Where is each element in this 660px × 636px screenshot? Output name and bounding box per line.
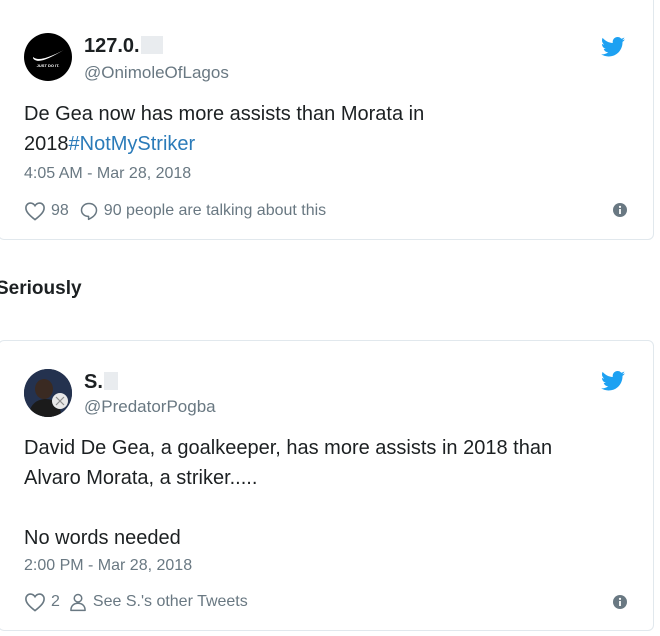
info-icon[interactable] [613, 595, 627, 609]
author-handle[interactable]: @OnimoleOfLagos [84, 63, 229, 83]
tweet-text: David De Gea, a goalkeeper, has more ass… [24, 433, 624, 553]
redacted-block [103, 372, 118, 390]
tweet-text-line-1: De Gea now has more assists than Morata … [24, 103, 425, 125]
tweet-text-line-2: Alvaro Morata, a striker..... [24, 467, 258, 489]
avatar[interactable] [24, 369, 72, 417]
tweet-timestamp[interactable]: 2:00 PM - Mar 28, 2018 [24, 557, 192, 575]
twitter-bird-icon[interactable] [601, 37, 625, 57]
tweet-actions: 98 90 people are talking about this [24, 201, 326, 221]
person-icon[interactable] [68, 592, 88, 612]
tweet-timestamp[interactable]: 4:05 AM - Mar 28, 2018 [24, 165, 191, 183]
nike-logo-icon: JUST DO IT. [33, 50, 64, 68]
heart-icon[interactable] [24, 201, 46, 221]
svg-text:JUST DO IT.: JUST DO IT. [37, 63, 60, 68]
tweet-text-line-2: 2018#NotMyStriker [24, 129, 624, 159]
tweet-actions: 2 See S.'s other Tweets [24, 592, 248, 612]
info-icon[interactable] [613, 203, 627, 217]
avatar[interactable]: JUST DO IT. [24, 33, 72, 81]
hashtag-link[interactable]: #NotMyStriker [69, 133, 196, 155]
twitter-bird-icon[interactable] [601, 371, 625, 391]
author-display-name[interactable]: S. [84, 371, 118, 394]
like-count[interactable]: 98 [51, 202, 69, 220]
tweet-text: De Gea now has more assists than Morata … [24, 99, 624, 159]
article-caption: Seriously [0, 278, 82, 299]
like-count[interactable]: 2 [51, 593, 60, 611]
author-handle[interactable]: @PredatorPogba [84, 397, 216, 417]
redacted-block [140, 36, 163, 54]
reply-bubble-icon[interactable] [79, 201, 99, 221]
conversation-link[interactable]: 90 people are talking about this [104, 202, 326, 220]
profile-photo-icon [24, 369, 72, 417]
other-tweets-link[interactable]: See S.'s other Tweets [93, 593, 248, 611]
tweet-text-line-1: David De Gea, a goalkeeper, has more ass… [24, 437, 553, 459]
tweet-text-line-3: No words needed [24, 527, 181, 549]
heart-icon[interactable] [24, 592, 46, 612]
author-display-name[interactable]: 127.0. [84, 35, 163, 58]
year-text: 2018 [24, 133, 69, 155]
embedded-tweet-card: S. @PredatorPogba David De Gea, a goalke… [0, 340, 654, 631]
embedded-tweet-card: JUST DO IT. 127.0. @OnimoleOfLagos De Ge… [0, 0, 654, 240]
